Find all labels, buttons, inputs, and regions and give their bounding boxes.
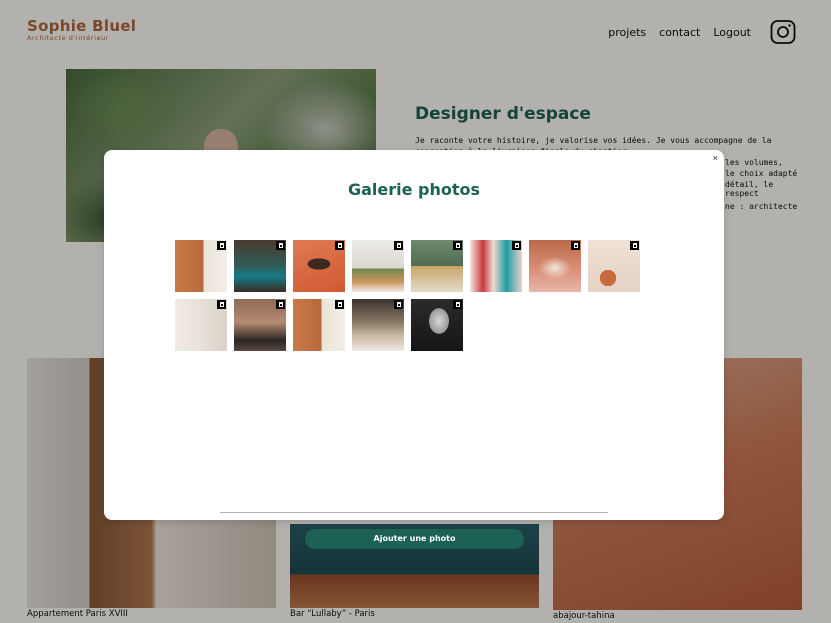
trash-glyph bbox=[573, 243, 578, 248]
gallery-thumbnail[interactable] bbox=[175, 299, 227, 351]
trash-glyph bbox=[219, 243, 224, 248]
trash-glyph bbox=[396, 302, 401, 307]
add-photo-button[interactable]: Ajouter une photo bbox=[305, 529, 524, 549]
trash-glyph bbox=[337, 302, 342, 307]
gallery-thumbnail[interactable] bbox=[293, 240, 345, 292]
trash-icon[interactable] bbox=[335, 241, 344, 250]
trash-glyph bbox=[632, 243, 637, 248]
gallery-thumbnail[interactable] bbox=[234, 240, 286, 292]
trash-icon[interactable] bbox=[276, 300, 285, 309]
trash-glyph bbox=[455, 302, 460, 307]
trash-glyph bbox=[219, 302, 224, 307]
gallery-thumbnail[interactable] bbox=[470, 240, 522, 292]
trash-glyph bbox=[278, 302, 283, 307]
trash-icon[interactable] bbox=[571, 241, 580, 250]
trash-icon[interactable] bbox=[453, 300, 462, 309]
trash-icon[interactable] bbox=[394, 241, 403, 250]
trash-icon[interactable] bbox=[276, 241, 285, 250]
gallery-thumbnail[interactable] bbox=[411, 299, 463, 351]
divider bbox=[220, 512, 608, 513]
gallery-thumbnail[interactable] bbox=[411, 240, 463, 292]
close-icon[interactable]: × bbox=[713, 153, 718, 163]
gallery-thumbnail[interactable] bbox=[234, 299, 286, 351]
gallery-thumbnail[interactable] bbox=[588, 240, 640, 292]
trash-glyph bbox=[278, 243, 283, 248]
modal-title: Galerie photos bbox=[347, 180, 481, 199]
gallery-thumbnail[interactable] bbox=[175, 240, 227, 292]
trash-glyph bbox=[396, 243, 401, 248]
trash-icon[interactable] bbox=[335, 300, 344, 309]
gallery-thumbnail[interactable] bbox=[352, 299, 404, 351]
trash-glyph bbox=[455, 243, 460, 248]
trash-icon[interactable] bbox=[217, 300, 226, 309]
trash-glyph bbox=[514, 243, 519, 248]
gallery-thumbnail[interactable] bbox=[529, 240, 581, 292]
trash-icon[interactable] bbox=[512, 241, 521, 250]
trash-glyph bbox=[337, 243, 342, 248]
trash-icon[interactable] bbox=[453, 241, 462, 250]
gallery-modal: × Galerie photos bbox=[104, 150, 724, 520]
trash-icon[interactable] bbox=[394, 300, 403, 309]
gallery-thumbnail[interactable] bbox=[352, 240, 404, 292]
trash-icon[interactable] bbox=[630, 241, 639, 250]
trash-icon[interactable] bbox=[217, 241, 226, 250]
photo-grid bbox=[175, 240, 655, 358]
gallery-thumbnail[interactable] bbox=[293, 299, 345, 351]
